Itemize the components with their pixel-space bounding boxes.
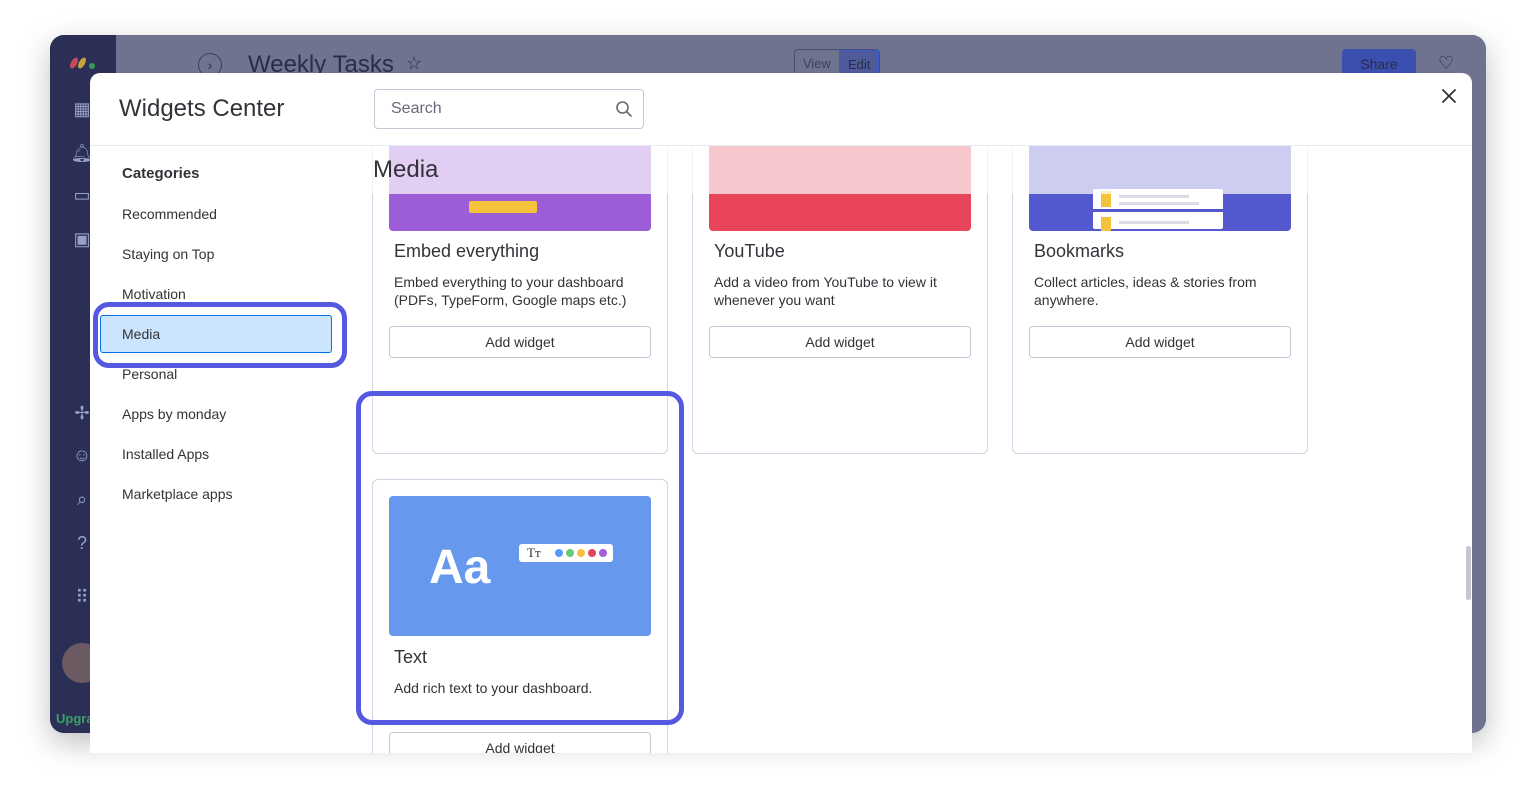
add-widget-button-embed[interactable]: Add widget [389,326,651,358]
widgets-list[interactable]: Media Embed everything Embed everything … [360,146,1472,753]
category-marketplace-apps[interactable]: Marketplace apps [122,486,233,502]
category-personal[interactable]: Personal [122,366,177,382]
header-fade [360,146,1360,194]
search-field[interactable] [374,89,644,129]
scrollbar-thumb[interactable] [1466,546,1471,600]
widget-description: Add rich text to your dashboard. [394,680,593,696]
category-motivation[interactable]: Motivation [122,286,186,302]
add-widget-button-text[interactable]: Add widget [389,732,651,753]
category-apps-by-monday[interactable]: Apps by monday [122,406,226,422]
thumb-aa-text: Aa [429,541,491,594]
add-widget-button-youtube[interactable]: Add widget [709,326,971,358]
thumb-chip-text: Tт [527,545,541,560]
category-recommended[interactable]: Recommended [122,206,217,222]
star-icon[interactable]: ☆ [406,53,422,74]
widget-description: Add a video from YouTube to view it when… [714,274,937,308]
categories-title: Categories [122,165,200,182]
close-icon[interactable] [1440,87,1458,105]
search-input[interactable] [375,90,595,128]
category-installed-apps[interactable]: Installed Apps [122,446,209,462]
text-thumbnail: Aa Tт [389,496,651,636]
upgrade-link[interactable]: Upgra [56,711,94,726]
category-staying-on-top[interactable]: Staying on Top [122,246,214,262]
widget-title: Bookmarks [1034,241,1125,261]
widget-card-text: Aa Tт Text Add rich text to your dashboa… [372,479,668,753]
widget-title: Text [394,647,428,667]
monday-logo-icon [70,57,95,69]
widget-description: Embed everything to your dashboard (PDFs… [394,274,627,308]
search-icon [616,101,632,117]
section-title: Media [373,156,439,183]
widgets-center-modal: Widgets Center Categories Recommended St… [90,73,1472,753]
thumb-toolbar: Tт [519,544,613,562]
widget-title: Embed everything [394,241,540,261]
category-highlight-ring [93,302,347,368]
modal-title: Widgets Center [119,95,285,122]
widget-title: YouTube [714,241,785,261]
add-widget-button-bookmarks[interactable]: Add widget [1029,326,1291,358]
widget-description: Collect articles, ideas & stories from a… [1034,274,1257,308]
heart-icon[interactable]: ♡ [1438,53,1454,74]
